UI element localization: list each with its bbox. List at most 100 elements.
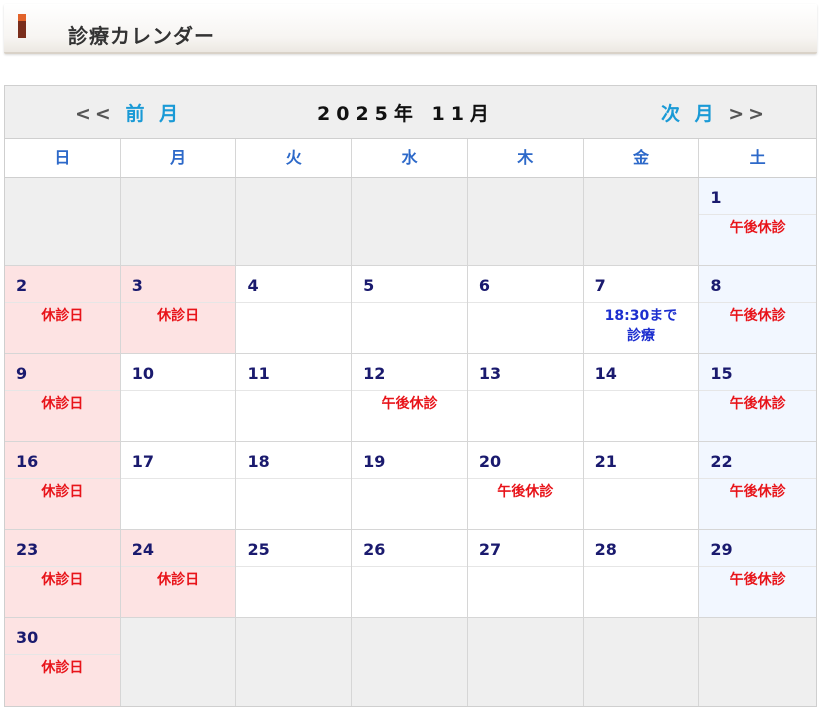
day-number: 28 — [594, 540, 617, 559]
day-status-note: 休診日 — [41, 660, 84, 676]
day-number: 5 — [363, 276, 375, 295]
calendar-empty-cell — [120, 178, 237, 265]
day-number: 12 — [363, 364, 386, 383]
page-title: 診療カレンダー — [68, 24, 215, 48]
calendar-day-cell: 19 — [352, 442, 468, 529]
day-status-note: 18:30まで 診療 — [604, 308, 678, 344]
day-number: 6 — [478, 276, 491, 295]
calendar-day-cell: 25 — [236, 530, 353, 617]
day-divider — [120, 302, 236, 303]
calendar-day-cell: 28 — [583, 530, 700, 617]
calendar-empty-cell — [352, 178, 468, 265]
calendar-empty-cell — [467, 618, 584, 706]
calendar-day-cell: 7 18:30まで 診療 — [583, 266, 700, 353]
day-divider — [467, 302, 583, 303]
day-status-note: 休診日 — [41, 572, 84, 588]
prev-month-label: 前 月 — [125, 103, 183, 125]
section-header: 診療カレンダー — [4, 4, 817, 54]
day-number: 17 — [131, 452, 154, 471]
calendar-day-cell: 15 午後休診 — [699, 354, 817, 441]
day-divider — [583, 390, 699, 391]
weekday-mon: 月 — [121, 139, 237, 177]
calendar-day-cell: 11 — [236, 354, 353, 441]
calendar-day-cell: 8 午後休診 — [699, 266, 817, 353]
clinic-calendar: << 前 月 2025年 11月 次 月 >> 日 月 火 水 木 金 土 1午… — [4, 85, 817, 707]
calendar-week-row: 30 休診日 — [5, 618, 817, 706]
day-number: 13 — [478, 364, 502, 383]
day-status-note: 午後休診 — [497, 484, 554, 500]
day-status-note: 午後休診 — [729, 220, 786, 236]
day-divider — [583, 302, 699, 303]
calendar-empty-cell — [236, 178, 353, 265]
day-divider — [699, 214, 817, 215]
calendar-nav: << 前 月 2025年 11月 次 月 >> — [5, 86, 816, 139]
current-month: 2025年 11月 — [317, 103, 495, 125]
day-divider — [5, 390, 120, 391]
weekday-sun: 日 — [5, 139, 121, 177]
calendar-day-cell: 22 午後休診 — [699, 442, 817, 529]
calendar-empty-cell — [467, 178, 584, 265]
day-number: 3 — [131, 276, 143, 295]
day-divider — [699, 478, 817, 479]
calendar-empty-cell — [236, 618, 353, 706]
day-status-note: 午後休診 — [729, 484, 786, 500]
calendar-day-cell: 1 午後休診 — [699, 178, 817, 265]
calendar-day-cell: 30 休診日 — [5, 618, 121, 706]
day-divider — [352, 478, 467, 479]
day-status-note: 休診日 — [157, 572, 200, 588]
day-number: 8 — [710, 276, 722, 295]
calendar-day-cell: 13 — [467, 354, 584, 441]
calendar-day-cell: 20 午後休診 — [467, 442, 584, 529]
calendar-empty-cell — [583, 618, 700, 706]
day-number: 4 — [247, 276, 259, 295]
calendar-day-cell: 16 休診日 — [5, 442, 121, 529]
day-number: 26 — [363, 540, 386, 559]
calendar-day-cell: 3 休診日 — [120, 266, 237, 353]
day-divider — [699, 302, 817, 303]
calendar-day-cell: 5 — [352, 266, 468, 353]
prev-month-link[interactable]: << 前 月 — [75, 99, 182, 126]
calendar-day-cell: 29 午後休診 — [699, 530, 817, 617]
day-divider — [120, 390, 236, 391]
day-divider — [352, 390, 467, 391]
calendar-day-cell: 18 — [236, 442, 353, 529]
chevron-left-icon: << — [75, 103, 115, 125]
day-number: 27 — [478, 540, 502, 559]
next-month-link[interactable]: 次 月 >> — [661, 99, 768, 126]
day-number: 25 — [247, 540, 270, 559]
calendar-week-row: 1 午後休診 — [5, 178, 817, 266]
weekday-fri: 金 — [584, 139, 700, 177]
day-divider — [5, 654, 120, 655]
calendar-week-row: 16 休診日 17 18 19 20 午後休診 21 22 午後休診 — [5, 442, 817, 530]
day-divider — [583, 478, 699, 479]
calendar-empty-cell — [699, 618, 817, 706]
calendar-empty-cell — [5, 178, 121, 265]
day-status-note: 休診日 — [41, 484, 84, 500]
day-status-note: 午後休診 — [729, 572, 786, 588]
day-number: 24 — [131, 540, 154, 559]
day-divider — [467, 566, 583, 567]
calendar-day-cell: 10 — [120, 354, 237, 441]
calendar-day-cell: 14 — [583, 354, 700, 441]
weekday-tue: 火 — [236, 139, 353, 177]
calendar-day-cell: 6 — [467, 266, 584, 353]
day-number: 16 — [16, 452, 39, 471]
day-divider — [236, 390, 352, 391]
day-number: 29 — [710, 540, 733, 559]
day-divider — [5, 478, 120, 479]
calendar-day-cell: 12 午後休診 — [352, 354, 468, 441]
day-number: 1 — [710, 188, 722, 207]
day-status-note: 午後休診 — [729, 396, 786, 412]
day-divider — [120, 478, 236, 479]
day-number: 7 — [594, 276, 606, 295]
day-status-note: 休診日 — [157, 308, 200, 324]
day-divider — [5, 302, 120, 303]
calendar-week-row: 2 休診日 3 休診日 4 5 6 7 18:30まで 診療 8 午後休診 — [5, 266, 817, 354]
day-number: 15 — [710, 364, 733, 383]
day-number: 22 — [710, 452, 733, 471]
calendar-day-cell: 26 — [352, 530, 468, 617]
day-number: 9 — [16, 364, 28, 383]
calendar-grid: 1 午後休診 2 休診日 3 休診日 4 5 6 7 18:30まで 診療 8 午後休診 9 休診日 10 11… — [5, 178, 817, 706]
day-divider — [120, 566, 236, 567]
day-status-note: 午後休診 — [381, 396, 438, 412]
